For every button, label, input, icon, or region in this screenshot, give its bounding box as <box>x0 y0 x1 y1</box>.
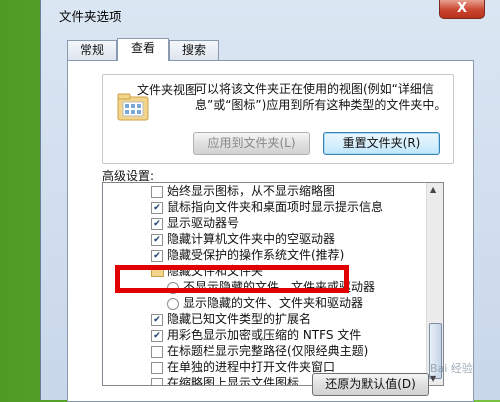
close-button[interactable]: X <box>439 0 485 19</box>
apply-to-folders-button[interactable]: 应用到文件夹(L) <box>193 132 310 155</box>
list-scrollbar[interactable]: ▲ ▼ <box>426 183 443 385</box>
checkbox[interactable] <box>151 362 163 374</box>
tab-general[interactable]: 常规 <box>67 40 117 60</box>
folder-view-icon <box>117 93 149 121</box>
reset-folders-button[interactable]: 重置文件夹(R) <box>323 132 440 155</box>
checkbox[interactable]: ✔ <box>151 250 163 262</box>
folder-view-description-2: 息”或“图标”)应用到所有这种类型的文件夹中。 <box>195 98 447 112</box>
red-highlight-box <box>115 265 349 293</box>
checkbox[interactable]: ✔ <box>151 330 163 342</box>
tab-search[interactable]: 搜索 <box>169 40 219 60</box>
checkbox[interactable]: ✔ <box>151 234 163 246</box>
checkbox[interactable]: ✔ <box>151 202 163 214</box>
folder-view-group: 文件夹视图 可以将该文件夹正在使用的视图(例如“详细信 息”或“图标”)应用到所… <box>102 74 454 164</box>
folder-view-description-1: 可以将该文件夹正在使用的视图(例如“详细信 <box>195 82 434 96</box>
checkbox[interactable] <box>151 346 163 358</box>
tab-panel-view: 文件夹视图 可以将该文件夹正在使用的视图(例如“详细信 息”或“图标”)应用到所… <box>67 60 474 402</box>
restore-defaults-button[interactable]: 还原为默认值(D) <box>312 373 429 396</box>
folder-options-window: 文件夹选项 X 常规 查看 搜索 文件夹视图 可以将该文件夹正在使用的视图(例如… <box>40 0 500 402</box>
scroll-up-arrow-icon[interactable]: ▲ <box>430 185 436 194</box>
checkbox[interactable]: ✔ <box>151 314 163 326</box>
radio-button[interactable] <box>167 298 179 310</box>
checkbox[interactable]: ✔ <box>151 218 163 230</box>
checkbox[interactable] <box>151 186 163 198</box>
tab-view[interactable]: 查看 <box>117 38 169 61</box>
checkbox[interactable] <box>151 378 163 385</box>
window-title: 文件夹选项 <box>59 9 122 24</box>
watermark: Bai 经验 <box>430 362 473 375</box>
